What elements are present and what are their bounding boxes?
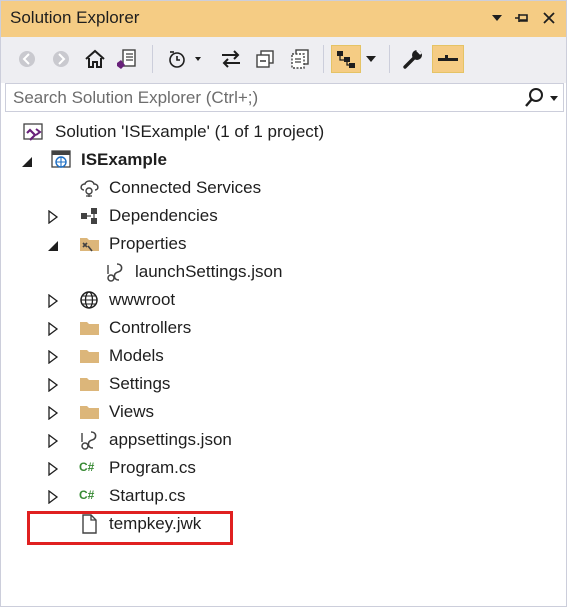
switch-views-button[interactable]	[113, 45, 141, 73]
collapsed-arrow-icon[interactable]	[47, 433, 61, 449]
tree-item-label: Solution 'ISExample' (1 of 1 project)	[55, 122, 325, 141]
forward-button[interactable]	[49, 45, 73, 73]
back-button[interactable]	[15, 45, 39, 73]
toolbar-separator	[389, 45, 390, 73]
collapsed-arrow-icon[interactable]	[47, 349, 61, 365]
search-box[interactable]	[5, 83, 564, 112]
collapsed-arrow-icon[interactable]	[47, 489, 61, 505]
tree-item-startup[interactable]: C# Startup.cs	[1, 482, 566, 510]
collapsed-arrow-icon[interactable]	[47, 321, 61, 337]
tree-item-label: Properties	[109, 234, 187, 253]
chevron-down-icon	[550, 95, 558, 101]
sync-with-active-document-button[interactable]	[219, 45, 243, 73]
collapsed-arrow-icon[interactable]	[47, 209, 61, 225]
collapse-all-icon	[256, 50, 274, 68]
show-all-files-icon	[291, 49, 309, 69]
close-button[interactable]	[539, 7, 559, 29]
toggle-tree-button[interactable]	[331, 45, 361, 73]
globe-icon	[79, 290, 99, 310]
collapsed-arrow-icon[interactable]	[47, 405, 61, 421]
pin-icon	[515, 14, 528, 22]
properties-folder-icon	[79, 234, 99, 254]
tree-item-connected-services[interactable]: Connected Services	[1, 174, 566, 202]
tree-item-label: Controllers	[109, 318, 192, 337]
properties-button[interactable]	[399, 45, 427, 73]
tree-item-label: Settings	[109, 374, 171, 393]
collapsed-arrow-icon[interactable]	[47, 377, 61, 393]
collapse-all-button[interactable]	[253, 45, 277, 73]
home-button[interactable]	[83, 45, 107, 73]
dependencies-icon	[79, 206, 99, 226]
search-input[interactable]	[6, 84, 506, 111]
home-icon	[85, 49, 105, 68]
json-file-icon	[105, 262, 125, 282]
search-icon	[525, 88, 543, 107]
highlight-box	[27, 511, 233, 545]
solution-explorer-window: Solution Explorer Search Solution Explor…	[0, 0, 567, 607]
switch-views-icon	[117, 49, 136, 69]
tree-item-dependencies[interactable]: Dependencies	[1, 202, 566, 230]
preview-selected-items-button[interactable]	[432, 45, 464, 73]
tree-item-label: Dependencies	[109, 206, 218, 225]
tree-item-label: Views	[109, 402, 155, 421]
toggle-tree-dropdown[interactable]	[363, 45, 379, 73]
toolbar-separator	[323, 45, 324, 73]
toolbar-separator	[152, 45, 153, 73]
tree-item-program[interactable]: C# Program.cs	[1, 454, 566, 482]
tree-item-label: Models	[109, 346, 164, 365]
folder-icon	[79, 402, 99, 422]
close-icon	[543, 12, 555, 24]
tree-item-views[interactable]: Views	[1, 398, 566, 426]
tree-item-solution[interactable]: Solution 'ISExample' (1 of 1 project)	[1, 118, 566, 146]
toggle-tree-icon	[337, 51, 355, 68]
title-bar: Solution Explorer	[1, 1, 566, 37]
pending-changes-filter-icon	[169, 51, 201, 68]
tree-item-properties[interactable]: Properties	[1, 230, 566, 258]
tree-item-controllers[interactable]: Controllers	[1, 314, 566, 342]
chevron-down-icon	[366, 56, 376, 62]
collapsed-arrow-icon[interactable]	[47, 461, 61, 477]
tree-item-launch-settings[interactable]: launchSettings.json	[1, 258, 566, 286]
folder-icon	[79, 346, 99, 366]
csharp-file-icon: C#	[79, 460, 95, 474]
search-options-dropdown[interactable]	[549, 87, 561, 109]
solution-icon	[23, 122, 43, 142]
tree-item-settings[interactable]: Settings	[1, 370, 566, 398]
tree-item-label: wwwroot	[109, 290, 176, 309]
tree-item-label: Connected Services	[109, 178, 262, 197]
sync-with-active-document-icon	[222, 50, 240, 68]
pin-button[interactable]	[513, 7, 533, 29]
tree-item-label: Startup.cs	[109, 486, 186, 505]
tree-item-models[interactable]: Models	[1, 342, 566, 370]
pending-changes-filter-button[interactable]	[167, 45, 203, 73]
collapsed-arrow-icon[interactable]	[47, 293, 61, 309]
tree-item-project[interactable]: ISExample	[1, 146, 566, 174]
tree-item-label: Program.cs	[109, 458, 196, 477]
json-file-icon	[79, 430, 99, 450]
tree-item-appsettings[interactable]: appsettings.json	[1, 426, 566, 454]
web-project-icon	[51, 150, 71, 170]
connected-services-icon	[79, 178, 99, 198]
window-title: Solution Explorer	[10, 8, 140, 27]
forward-icon	[53, 51, 69, 67]
tree-item-label: ISExample	[81, 150, 167, 169]
folder-icon	[79, 374, 99, 394]
toolbar	[1, 37, 566, 83]
expanded-arrow-icon[interactable]	[47, 237, 61, 251]
expanded-arrow-icon[interactable]	[21, 153, 35, 167]
tree-item-label: launchSettings.json	[135, 262, 283, 281]
csharp-file-icon: C#	[79, 488, 95, 502]
wrench-icon	[403, 49, 422, 69]
back-icon	[19, 51, 35, 67]
dropdown-icon	[492, 15, 502, 21]
tree-item-label: appsettings.json	[109, 430, 232, 449]
show-all-files-button[interactable]	[287, 45, 313, 73]
window-dropdown-button[interactable]	[487, 7, 507, 29]
search-button[interactable]	[523, 87, 545, 109]
folder-icon	[79, 318, 99, 338]
tree-item-wwwroot[interactable]: wwwroot	[1, 286, 566, 314]
preview-selected-items-icon	[438, 55, 458, 61]
